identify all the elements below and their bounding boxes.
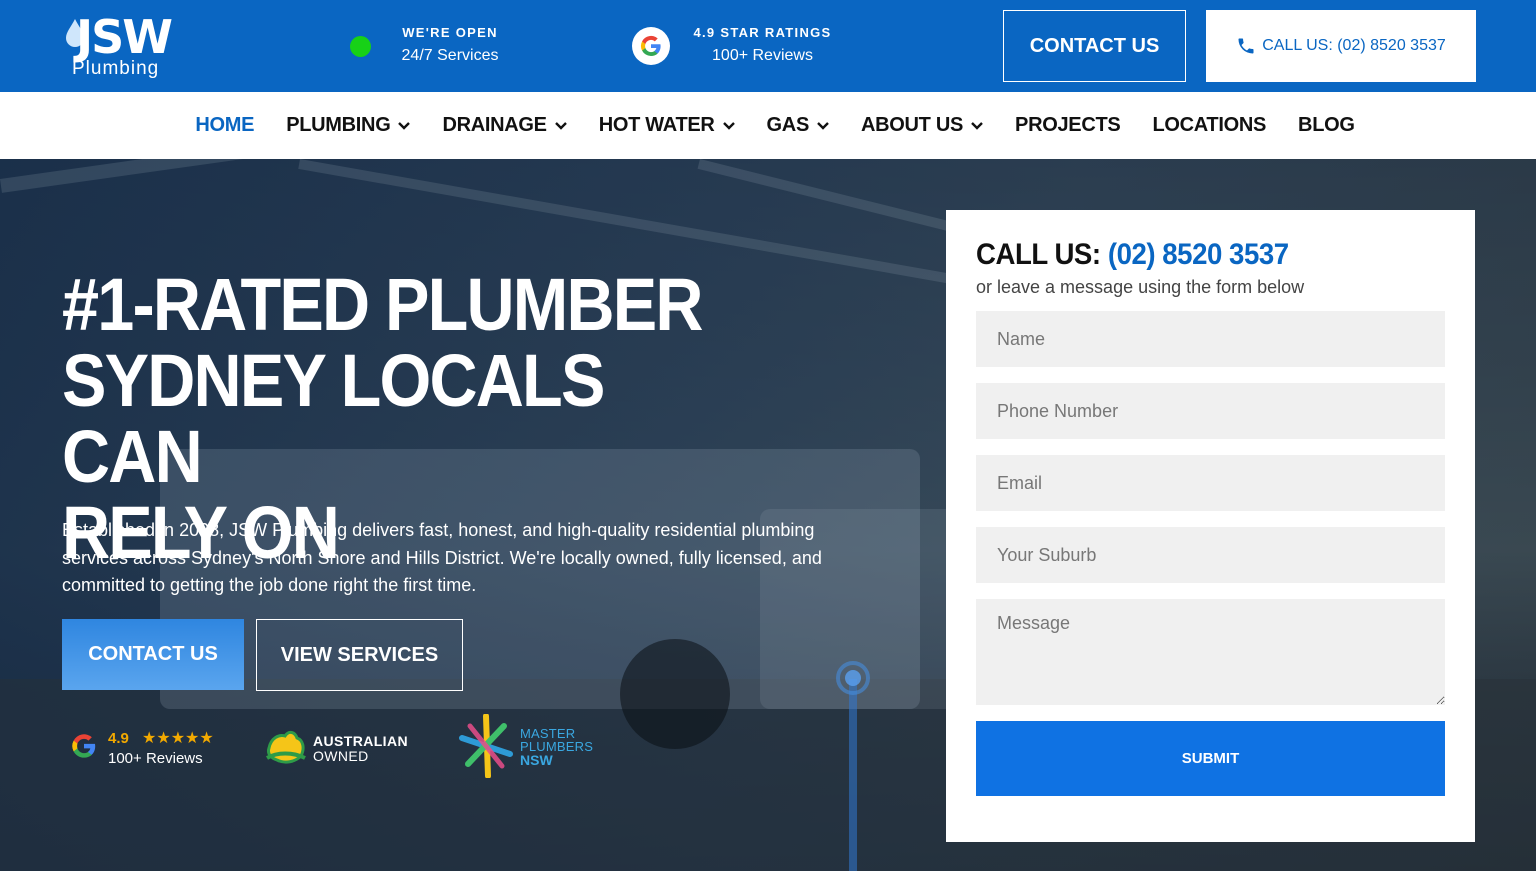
top-bar: JSW Plumbing WE'RE OPEN 24/7 Services 4.… (0, 0, 1536, 92)
submit-button[interactable]: SUBMIT (976, 721, 1445, 796)
background-wheel (620, 639, 730, 749)
brand-subtitle: Plumbing (72, 58, 160, 79)
google-badge (632, 27, 670, 65)
open-status-dot (350, 36, 371, 57)
header-call-label: CALL US: (02) 8520 3537 (1262, 37, 1446, 54)
form-heading: CALL US: (02) 8520 3537 (976, 238, 1289, 272)
rating-title: 4.9 STAR RATINGS (693, 25, 832, 40)
nav-item-about-us[interactable]: ABOUT US (861, 114, 983, 137)
chevron-down-icon (398, 121, 411, 130)
australian-owned-badge: AUSTRALIAN OWNED (265, 726, 425, 771)
google-reviews-badge: 4.9 ★★★★★ 100+ Reviews (70, 726, 240, 776)
contact-form-card: CALL US: (02) 8520 3537 or leave a messa… (946, 210, 1475, 842)
nav-item-blog[interactable]: BLOG (1298, 114, 1355, 137)
suburb-field[interactable] (976, 527, 1445, 583)
star-rating-icon: ★★★★★ (142, 730, 214, 747)
email-field[interactable] (976, 455, 1445, 511)
chevron-down-icon (971, 121, 983, 130)
nav-item-hot-water[interactable]: HOT WATER (599, 114, 735, 137)
brand-name: JSW (76, 10, 173, 64)
nav-label: PROJECTS (1015, 114, 1121, 136)
rating-subtitle: 100+ Reviews (712, 47, 813, 64)
nav-label: ABOUT US (861, 114, 964, 136)
nav-item-plumbing[interactable]: PLUMBING (286, 114, 411, 137)
chevron-down-icon (722, 121, 735, 130)
master-plumbers-line3: NSW (520, 752, 553, 768)
nav-label: HOT WATER (598, 114, 715, 136)
chevron-down-icon (554, 121, 567, 130)
nav-item-locations[interactable]: LOCATIONS (1152, 114, 1266, 137)
aus-owned-line2: OWNED (313, 748, 369, 764)
nav-item-home[interactable]: HOME (195, 114, 254, 137)
nav-label: GAS (766, 114, 810, 136)
chevron-down-icon (817, 121, 829, 130)
nav-label: BLOG (1298, 114, 1355, 136)
google-rating-value: 4.9 (108, 730, 129, 747)
headline-line: #1-RATED PLUMBER (62, 263, 704, 346)
background-pin-dot (845, 670, 861, 686)
nav-item-drainage[interactable]: DRAINAGE (442, 114, 567, 137)
nav-label: LOCATIONS (1152, 114, 1267, 136)
phone-field[interactable] (976, 383, 1445, 439)
open-status-title: WE'RE OPEN (402, 25, 498, 40)
nav-label: DRAINAGE (442, 114, 547, 136)
hero-description: Established in 2008, JSW Plumbing delive… (62, 520, 822, 595)
google-icon (640, 35, 661, 57)
nav-label: PLUMBING (286, 114, 391, 136)
header-contact-button[interactable]: CONTACT US (1003, 10, 1186, 82)
nav-item-projects[interactable]: PROJECTS (1015, 114, 1121, 137)
form-subheading: or leave a message using the form below (976, 277, 1305, 297)
hero-section: #1-RATED PLUMBER SYDNEY LOCALS CAN RELY … (0, 159, 1536, 871)
name-field[interactable] (976, 311, 1445, 367)
master-plumbers-badge: MASTER PLUMBERS NSW (458, 714, 618, 779)
form-heading-phone-link[interactable]: (02) 8520 3537 (1108, 238, 1289, 271)
header-call-button[interactable]: CALL US: (02) 8520 3537 (1206, 10, 1476, 82)
view-services-button[interactable]: VIEW SERVICES (256, 619, 463, 691)
master-plumbers-logo-icon (459, 714, 513, 778)
brand-logo[interactable]: JSW Plumbing (62, 12, 182, 80)
google-icon (72, 734, 96, 758)
google-reviews-count: 100+ Reviews (108, 750, 203, 767)
background-pin-line (849, 679, 857, 871)
nav-item-gas[interactable]: GAS (767, 114, 829, 137)
open-status-subtitle: 24/7 Services (401, 47, 499, 64)
main-nav: HOME PLUMBING DRAINAGE HOT WATER GAS ABO… (0, 92, 1536, 159)
nav-label: HOME (195, 114, 255, 136)
phone-icon (1238, 38, 1254, 54)
aus-owned-line1: AUSTRALIAN (313, 733, 408, 749)
australia-map-icon (265, 730, 306, 764)
headline-line: SYDNEY LOCALS CAN (62, 339, 605, 498)
background-roof-beam (0, 159, 1191, 193)
form-heading-label: CALL US: (976, 238, 1101, 271)
message-field[interactable] (976, 599, 1445, 705)
hero-contact-button[interactable]: CONTACT US (62, 619, 244, 690)
